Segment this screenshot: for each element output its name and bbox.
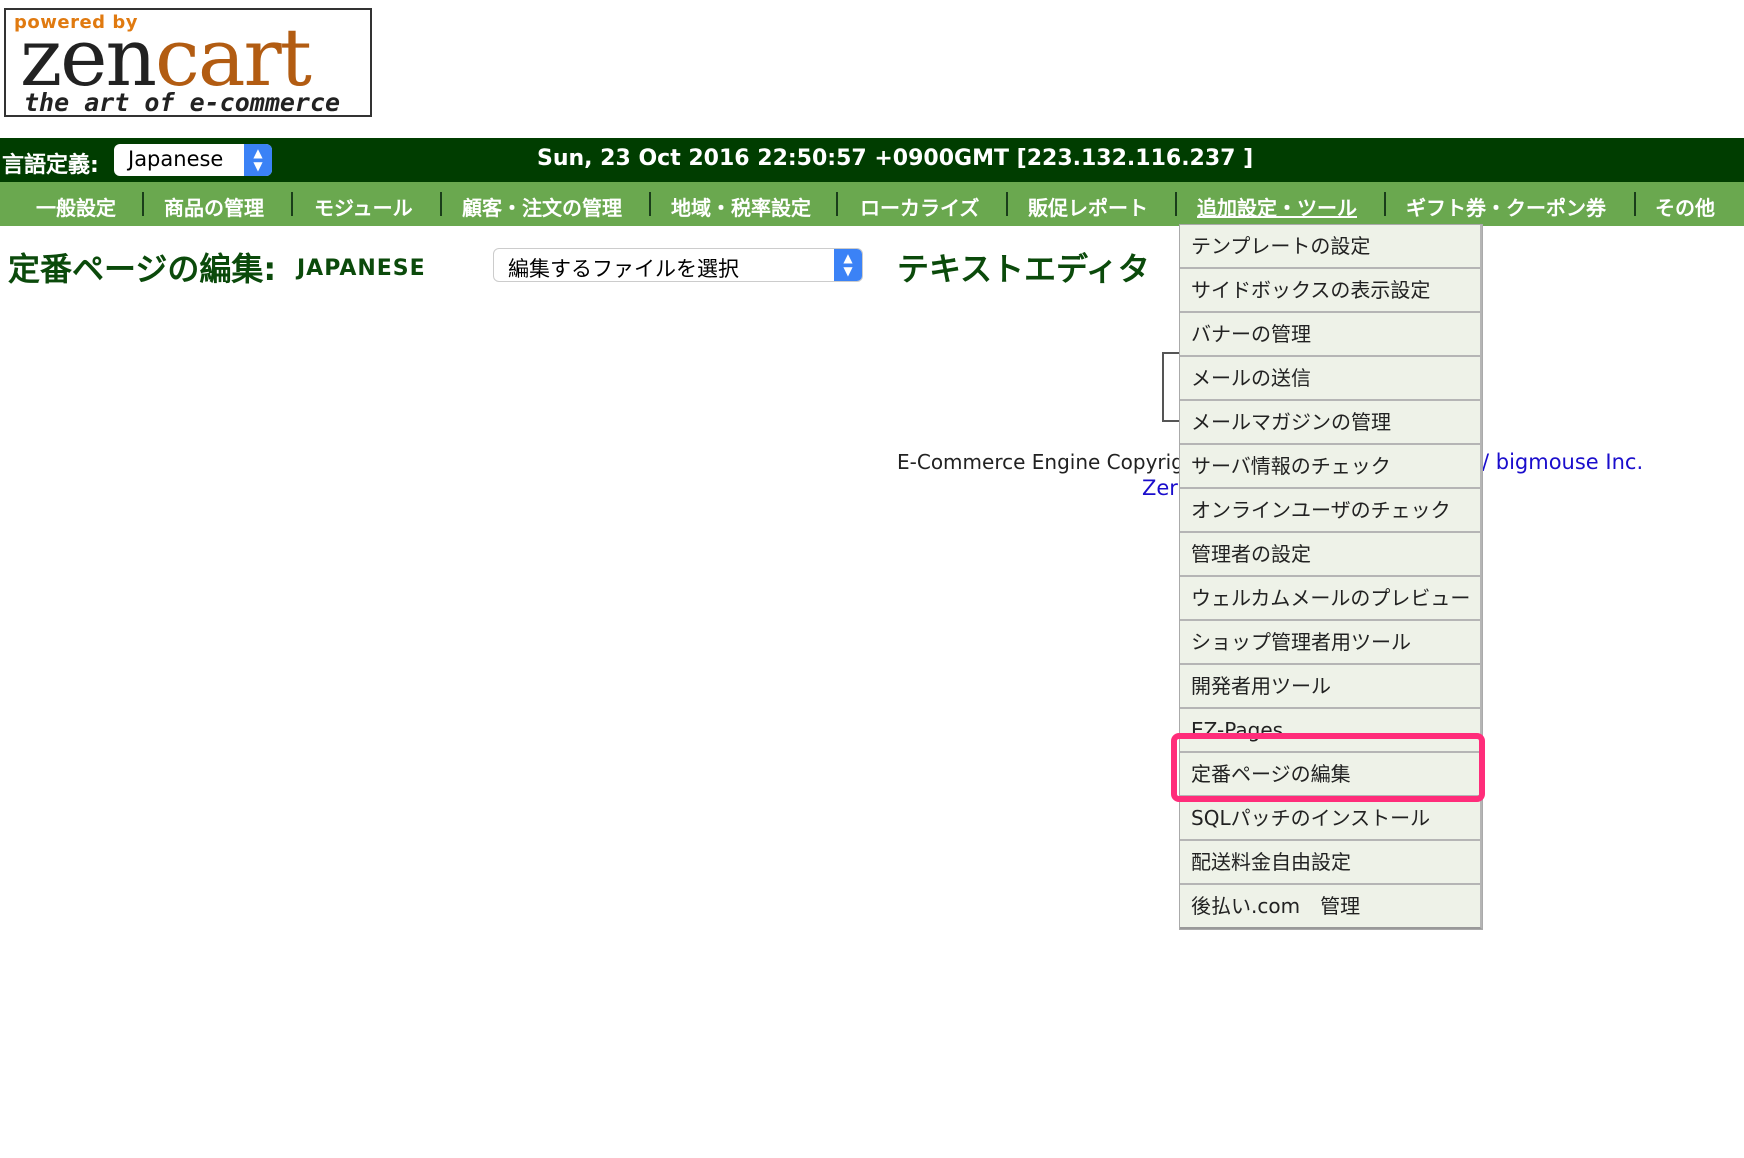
main-nav: 一般設定 商品の管理 モジュール 顧客・注文の管理 地域・税率設定 ローカライズ… xyxy=(0,182,1744,226)
server-datetime: Sun, 23 Oct 2016 22:50:57 +0900GMT [223.… xyxy=(537,146,1254,171)
nav-separator xyxy=(440,192,442,216)
menu-item-welcome-email-preview[interactable]: ウェルカムメールのプレビュー xyxy=(1180,577,1482,621)
language-label: 言語定義: xyxy=(2,153,99,178)
nav-separator xyxy=(1006,192,1008,216)
nav-item-reports[interactable]: 販促レポート xyxy=(1028,192,1148,221)
nav-item-general[interactable]: 一般設定 xyxy=(36,192,116,221)
select-arrows-icon: ▲ ▼ xyxy=(834,249,862,281)
nav-separator xyxy=(142,192,144,216)
nav-separator xyxy=(291,192,293,216)
footer-link-zencart[interactable]: Zer xyxy=(1142,476,1178,500)
menu-item-layout-boxes[interactable]: サイドボックスの表示設定 xyxy=(1180,269,1482,313)
tools-dropdown-menu: テンプレートの設定 サイドボックスの表示設定 バナーの管理 メールの送信 メール… xyxy=(1179,224,1483,930)
nav-separator xyxy=(1634,192,1636,216)
nav-separator xyxy=(836,192,838,216)
page-title: 定番ページの編集: xyxy=(8,250,277,288)
select-arrows-icon: ▲ ▼ xyxy=(244,144,272,176)
nav-item-tools[interactable]: 追加設定・ツール xyxy=(1197,192,1357,221)
menu-item-admin-settings[interactable]: 管理者の設定 xyxy=(1180,533,1482,577)
nav-item-modules[interactable]: モジュール xyxy=(314,192,413,221)
nav-item-gv-coupons[interactable]: ギフト券・クーポン券 xyxy=(1406,192,1606,221)
menu-item-shipping-settings[interactable]: 配送料金自由設定 xyxy=(1180,841,1482,885)
nav-separator xyxy=(649,192,651,216)
menu-item-developer-tools[interactable]: 開発者用ツール xyxy=(1180,665,1482,709)
file-select-value: 編集するファイルを選択 xyxy=(508,257,739,281)
menu-item-whos-online[interactable]: オンラインユーザのチェック xyxy=(1180,489,1482,533)
menu-item-newsletter-manager[interactable]: メールマガジンの管理 xyxy=(1180,401,1482,445)
zencart-logo[interactable]: powered by zencart the art of e-commerce xyxy=(4,8,372,117)
language-select[interactable]: Japanese ▲ ▼ xyxy=(114,144,272,176)
language-select-value: Japanese xyxy=(128,147,224,171)
logo-brand: zencart xyxy=(20,11,312,104)
editor-title: テキストエディタ xyxy=(897,250,1150,288)
nav-item-extras[interactable]: その他 xyxy=(1655,192,1715,221)
footer-copyright: E-Commerce Engine Copyrig xyxy=(897,450,1184,474)
nav-item-locations[interactable]: 地域・税率設定 xyxy=(671,192,811,221)
nav-item-localization[interactable]: ローカライズ xyxy=(860,192,979,221)
nav-item-customers[interactable]: 顧客・注文の管理 xyxy=(462,192,622,221)
logo-tagline: the art of e-commerce xyxy=(24,88,341,117)
menu-item-banner-manager[interactable]: バナーの管理 xyxy=(1180,313,1482,357)
menu-item-store-manager[interactable]: ショップ管理者用ツール xyxy=(1180,621,1482,665)
menu-item-server-info[interactable]: サーバ情報のチェック xyxy=(1180,445,1482,489)
menu-item-send-email[interactable]: メールの送信 xyxy=(1180,357,1482,401)
nav-item-catalog[interactable]: 商品の管理 xyxy=(164,192,264,221)
highlight-box xyxy=(1171,733,1485,802)
menu-item-sql-patch[interactable]: SQLパッチのインストール xyxy=(1180,797,1482,841)
file-select[interactable]: 編集するファイルを選択 ▲ ▼ xyxy=(493,248,863,282)
page-language: JAPANESE xyxy=(297,256,426,281)
menu-item-atobarai-manager[interactable]: 後払い.com 管理 xyxy=(1180,885,1482,929)
nav-separator xyxy=(1384,192,1386,216)
menu-item-template-selection[interactable]: テンプレートの設定 xyxy=(1180,225,1482,269)
footer-link-bigmouse[interactable]: / bigmouse Inc. xyxy=(1482,450,1643,474)
nav-separator xyxy=(1175,192,1177,216)
top-bar: 言語定義: Japanese ▲ ▼ Sun, 23 Oct 2016 22:50… xyxy=(0,138,1744,182)
